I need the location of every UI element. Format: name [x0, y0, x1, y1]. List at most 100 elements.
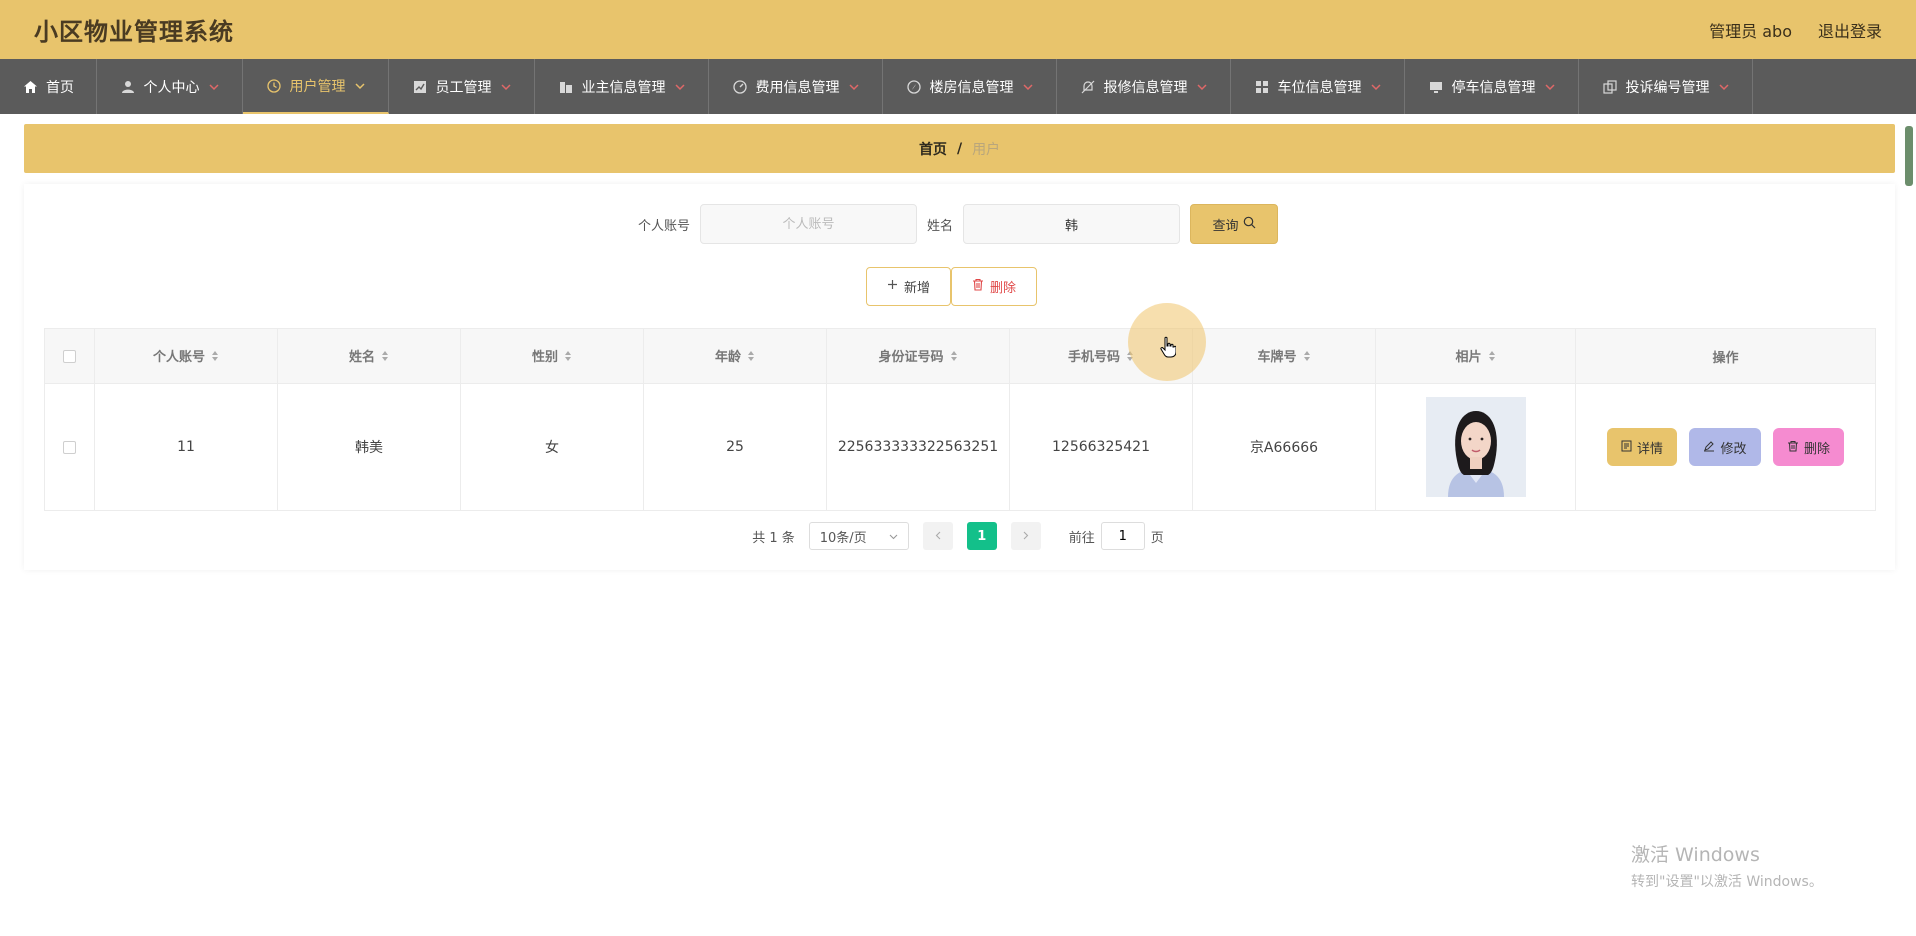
- chevron-down-icon: [1196, 83, 1208, 91]
- user-icon: [120, 79, 136, 95]
- sort-icon[interactable]: [1488, 350, 1496, 366]
- nav-label: 车位信息管理: [1277, 79, 1362, 96]
- delete-label: 删除: [1803, 440, 1830, 456]
- sort-icon[interactable]: [564, 350, 572, 366]
- sort-icon[interactable]: [381, 350, 389, 366]
- column-header[interactable]: 年龄: [643, 328, 827, 384]
- column-label: 操作: [1712, 350, 1739, 366]
- detail-label: 详情: [1637, 440, 1664, 456]
- add-label: 新增: [904, 281, 931, 296]
- chevron-down-icon: [848, 83, 860, 91]
- chevron-down-icon: [1718, 83, 1730, 91]
- column-header[interactable]: 姓名: [277, 328, 461, 384]
- logout-link[interactable]: 退出登录: [1818, 18, 1882, 42]
- column-header[interactable]: 相片: [1375, 328, 1576, 384]
- column-header: 操作: [1575, 328, 1876, 384]
- nav-label: 报修信息管理: [1103, 79, 1188, 96]
- building-icon: [558, 79, 574, 95]
- bell-off-icon: [1080, 79, 1096, 95]
- column-header[interactable]: 车牌号: [1192, 328, 1376, 384]
- cell-age: 25: [643, 383, 827, 511]
- column-label: 年龄: [714, 350, 741, 366]
- pencil-icon: [1703, 440, 1715, 455]
- chart-icon: [412, 79, 428, 95]
- chevron-down-icon: [208, 83, 220, 91]
- sort-icon[interactable]: [211, 350, 219, 366]
- cell-account: 11: [94, 383, 278, 511]
- account-input[interactable]: [700, 204, 917, 244]
- document-icon: [1621, 440, 1632, 455]
- cell-gender: 女: [460, 383, 644, 511]
- page-size-select[interactable]: 10条/页: [808, 522, 909, 550]
- select-all-checkbox[interactable]: [63, 349, 76, 363]
- nav-label: 投诉编号管理: [1625, 79, 1710, 96]
- page-suffix: 页: [1150, 530, 1164, 546]
- select-all-cell: [44, 328, 95, 384]
- column-label: 个人账号: [152, 350, 205, 366]
- sort-icon[interactable]: [950, 350, 958, 366]
- next-page-button[interactable]: [1010, 522, 1041, 550]
- row-select-cell: [44, 383, 95, 511]
- user-photo[interactable]: [1425, 397, 1526, 497]
- nav-item-parking-info[interactable]: 停车信息管理: [1405, 59, 1579, 114]
- detail-button[interactable]: 详情: [1607, 428, 1678, 466]
- grid-icon: [1254, 79, 1270, 95]
- cell-operations: 详情 修改 删除: [1575, 383, 1876, 511]
- page-size-value: 10条/页: [819, 530, 867, 546]
- cell-name: 韩美: [277, 383, 461, 511]
- sort-icon[interactable]: [747, 350, 755, 366]
- copy-icon: [1602, 79, 1618, 95]
- top-bar: 小区物业管理系统 管理员 abo 退出登录: [0, 0, 1916, 59]
- scrollbar-thumb[interactable]: [1905, 126, 1913, 186]
- name-input[interactable]: [963, 204, 1181, 244]
- goto-page-input[interactable]: [1100, 522, 1145, 550]
- row-checkbox[interactable]: [63, 440, 76, 454]
- nav-label: 用户管理: [289, 78, 346, 95]
- nav-item-staff-management[interactable]: 员工管理: [389, 59, 535, 114]
- column-header[interactable]: 个人账号: [94, 328, 278, 384]
- query-button[interactable]: 查询: [1190, 204, 1279, 244]
- column-header[interactable]: 性别: [460, 328, 644, 384]
- page-number-current[interactable]: 1: [966, 522, 997, 550]
- breadcrumb-current: 用户: [972, 141, 1001, 158]
- column-label: 车牌号: [1257, 350, 1297, 366]
- trash-icon: [972, 278, 984, 295]
- breadcrumb-home[interactable]: 首页: [919, 139, 947, 159]
- nav-item-fee-info[interactable]: 费用信息管理: [709, 59, 883, 114]
- table-header-row: 个人账号 姓名 性别 年龄 身份证号码 手机号码 车牌号 相片 操作: [44, 328, 1876, 384]
- nav-item-personal-center[interactable]: 个人中心: [97, 59, 243, 114]
- nav-item-building-info[interactable]: 楼房信息管理: [883, 59, 1057, 114]
- breadcrumb-separator: /: [956, 140, 963, 157]
- breadcrumb: 首页 / 用户: [24, 124, 1895, 173]
- nav-item-user-management[interactable]: 用户管理: [243, 59, 389, 114]
- search-form: 个人账号 姓名 查询: [0, 204, 1916, 244]
- app-title: 小区物业管理系统: [34, 18, 234, 46]
- admin-label: 管理员 abo: [1709, 21, 1792, 41]
- nav-label: 首页: [46, 79, 74, 96]
- nav-item-home[interactable]: 首页: [0, 59, 97, 114]
- cell-plate: 京A66666: [1192, 383, 1376, 511]
- nav-item-repair-info[interactable]: 报修信息管理: [1057, 59, 1231, 114]
- goto-label: 前往: [1068, 530, 1095, 546]
- nav-item-parking-space-info[interactable]: 车位信息管理: [1231, 59, 1405, 114]
- hand-cursor-icon: [1160, 336, 1177, 362]
- add-button[interactable]: 新增: [866, 267, 952, 306]
- search-icon: [1243, 216, 1256, 233]
- prev-page-button[interactable]: [922, 522, 953, 550]
- column-label: 身份证号码: [878, 350, 944, 366]
- trash-icon: [1787, 440, 1799, 455]
- column-header[interactable]: 身份证号码: [826, 328, 1010, 384]
- sort-icon[interactable]: [1303, 350, 1311, 366]
- total-count: 共 1 条: [752, 530, 795, 546]
- nav-item-complaint-info[interactable]: 投诉编号管理: [1579, 59, 1753, 114]
- watermark-line1: 激活 Windows: [1631, 844, 1760, 866]
- edit-button[interactable]: 修改: [1689, 428, 1761, 466]
- chevron-down-icon: [1022, 83, 1034, 91]
- nav-item-owner-info[interactable]: 业主信息管理: [535, 59, 709, 114]
- cell-photo: [1375, 383, 1576, 511]
- delete-button[interactable]: 删除: [1772, 428, 1844, 466]
- chevron-down-icon: [674, 83, 686, 91]
- plus-icon: [887, 279, 898, 294]
- name-label: 姓名: [927, 218, 954, 234]
- batch-delete-button[interactable]: 删除: [951, 267, 1038, 306]
